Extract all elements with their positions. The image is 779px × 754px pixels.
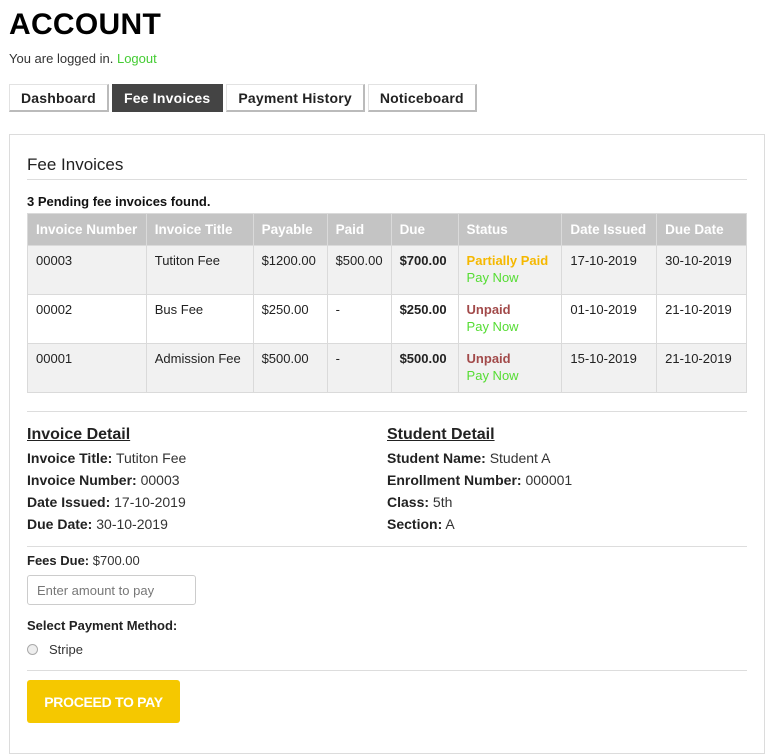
field-label: Class: [387, 494, 430, 510]
student-detail-heading: Student Detail [387, 426, 495, 443]
invoice-detail: Invoice Detail Invoice Title: Tutiton Fe… [27, 426, 387, 535]
col-invoice-number: Invoice Number [27, 213, 147, 246]
status-badge: Unpaid [466, 302, 511, 317]
field-label: Date Issued: [27, 494, 111, 510]
cell-invoice-number: 00001 [27, 343, 147, 393]
status-badge: Partially Paid [466, 253, 549, 268]
field-label: Invoice Title: [27, 450, 113, 466]
cell-payable: $500.00 [252, 343, 328, 393]
field-value: Tutiton Fee [115, 450, 187, 466]
cell-due: $250.00 [390, 294, 459, 344]
cell-due: $700.00 [390, 245, 459, 295]
payment-method-stripe[interactable]: Stripe [27, 641, 747, 657]
student-detail: Student Detail Student Name: Student A E… [387, 426, 747, 535]
fees-due-label: Fees Due: [27, 553, 90, 568]
col-invoice-title: Invoice Title [145, 213, 254, 246]
class-field: Class: 5th [387, 491, 747, 513]
cell-paid: - [326, 343, 392, 393]
field-value: 5th [432, 494, 453, 510]
cell-due-date: 21-10-2019 [656, 294, 747, 344]
field-value: Student A [489, 450, 551, 466]
account-tabs: Dashboard Fee Invoices Payment History N… [9, 84, 477, 112]
field-label: Due Date: [27, 516, 93, 532]
cell-date-issued: 01-10-2019 [561, 294, 658, 344]
field-label: Invoice Number: [27, 472, 137, 488]
divider [27, 670, 747, 671]
proceed-to-pay-button[interactable]: PROCEED TO PAY [27, 680, 180, 723]
cell-date-issued: 17-10-2019 [561, 245, 658, 295]
tab-payment-history[interactable]: Payment History [226, 84, 365, 112]
pay-now-link[interactable]: Pay Now [467, 270, 554, 285]
col-due: Due [390, 213, 459, 246]
col-due-date: Due Date [656, 213, 747, 246]
status-badge: Unpaid [466, 351, 511, 366]
section-field: Section: A [387, 513, 747, 535]
col-payable: Payable [252, 213, 328, 246]
field-value: 00003 [140, 472, 180, 488]
panel-heading: Fee Invoices [27, 135, 747, 180]
field-value: A [445, 516, 455, 532]
table-header-row: Invoice Number Invoice Title Payable Pai… [27, 213, 747, 246]
invoice-detail-heading: Invoice Detail [27, 426, 131, 443]
page-title: ACCOUNT [9, 8, 162, 41]
login-text: You are logged in. [9, 51, 114, 66]
cell-status: Unpaid Pay Now [457, 294, 563, 344]
field-value: 17-10-2019 [114, 494, 186, 510]
invoice-title-field: Invoice Title: Tutiton Fee [27, 447, 387, 469]
cell-invoice-title: Bus Fee [145, 294, 254, 344]
enrollment-number-field: Enrollment Number: 000001 [387, 469, 747, 491]
tab-fee-invoices[interactable]: Fee Invoices [111, 84, 224, 112]
field-label: Section: [387, 516, 443, 532]
logout-link[interactable]: Logout [117, 51, 157, 66]
payment-method-label: Select Payment Method: [27, 618, 178, 633]
cell-status: Unpaid Pay Now [457, 343, 563, 393]
date-issued-field: Date Issued: 17-10-2019 [27, 491, 387, 513]
cell-due: $500.00 [390, 343, 459, 393]
cell-due-date: 21-10-2019 [656, 343, 747, 393]
divider [27, 411, 747, 412]
found-count-text: 3 Pending fee invoices found. [27, 194, 211, 209]
cell-invoice-title: Admission Fee [145, 343, 254, 393]
col-date-issued: Date Issued [561, 213, 658, 246]
tab-dashboard[interactable]: Dashboard [9, 84, 109, 112]
tab-noticeboard[interactable]: Noticeboard [367, 84, 477, 112]
divider [27, 546, 747, 547]
invoices-table: Invoice Number Invoice Title Payable Pai… [27, 213, 747, 393]
invoice-number-field: Invoice Number: 00003 [27, 469, 387, 491]
cell-paid: - [326, 294, 392, 344]
cell-paid: $500.00 [326, 245, 392, 295]
table-row: 00001 Admission Fee $500.00 - $500.00 Un… [27, 343, 747, 393]
cell-payable: $1200.00 [252, 245, 328, 295]
details-section: Invoice Detail Invoice Title: Tutiton Fe… [27, 426, 747, 535]
fees-due: Fees Due: $700.00 [27, 553, 747, 568]
pay-now-link[interactable]: Pay Now [467, 319, 554, 334]
stripe-label: Stripe [49, 641, 83, 657]
fee-invoices-panel: Fee Invoices 3 Pending fee invoices foun… [9, 134, 765, 754]
cell-invoice-title: Tutiton Fee [145, 245, 254, 295]
col-status: Status [457, 213, 563, 246]
field-value: 000001 [525, 472, 573, 488]
cell-invoice-number: 00002 [27, 294, 147, 344]
cell-payable: $250.00 [252, 294, 328, 344]
cell-invoice-number: 00003 [27, 245, 147, 295]
cell-date-issued: 15-10-2019 [561, 343, 658, 393]
due-date-field: Due Date: 30-10-2019 [27, 513, 387, 535]
stripe-radio[interactable] [27, 643, 38, 655]
cell-due-date: 30-10-2019 [656, 245, 747, 295]
fees-due-value: $700.00 [92, 553, 140, 568]
field-label: Student Name: [387, 450, 486, 466]
cell-status: Partially Paid Pay Now [457, 245, 563, 295]
amount-input[interactable] [27, 575, 196, 605]
col-paid: Paid [326, 213, 392, 246]
field-label: Enrollment Number: [387, 472, 522, 488]
pay-now-link[interactable]: Pay Now [467, 368, 554, 383]
student-name-field: Student Name: Student A [387, 447, 747, 469]
field-value: 30-10-2019 [96, 516, 168, 532]
table-row: 00002 Bus Fee $250.00 - $250.00 Unpaid P… [27, 294, 747, 344]
table-row: 00003 Tutiton Fee $1200.00 $500.00 $700.… [27, 245, 747, 295]
login-status: You are logged in. Logout [9, 51, 157, 66]
